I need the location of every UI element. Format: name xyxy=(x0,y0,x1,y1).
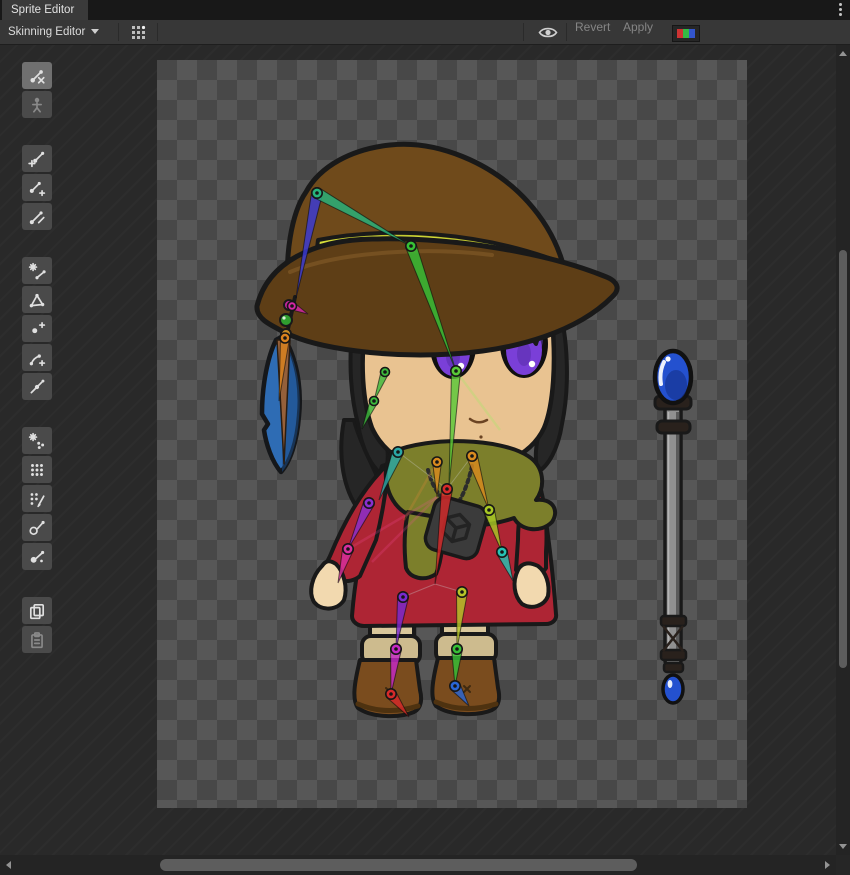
toolbar-divider xyxy=(157,23,158,41)
edit-joints-icon xyxy=(28,150,46,168)
toolbar-divider xyxy=(118,23,119,41)
auto-weights-icon xyxy=(28,432,46,450)
tool-restore-bind-pose-button[interactable] xyxy=(22,62,52,89)
eye-icon xyxy=(538,26,558,39)
create-bone-icon xyxy=(28,179,46,197)
horizontal-scroll-thumb[interactable] xyxy=(160,859,637,871)
copy-button[interactable] xyxy=(22,597,52,624)
tool-auto-geometry-button[interactable] xyxy=(22,257,52,284)
copy-icon xyxy=(28,602,46,620)
character-mode-icon xyxy=(28,96,46,114)
rgb-swatch-icon xyxy=(677,29,695,38)
apply-button[interactable]: Apply xyxy=(623,20,653,34)
tool-split-bone-button[interactable] xyxy=(22,203,52,230)
weight-slider-icon xyxy=(28,461,46,479)
split-edge-icon xyxy=(28,378,46,396)
tool-create-edge-button[interactable] xyxy=(22,344,52,371)
sprite-editor-window: { "window": { "tab_label": "Sprite Edito… xyxy=(0,0,850,875)
toolbar-divider xyxy=(566,23,567,41)
vertical-scrollbar xyxy=(836,45,850,855)
revert-button[interactable]: Revert xyxy=(575,20,610,34)
skinning-editor-label: Skinning Editor xyxy=(8,26,85,38)
tab-sprite-editor[interactable]: Sprite Editor xyxy=(2,0,88,20)
create-vertex-icon xyxy=(28,320,46,338)
scroll-up-arrow[interactable] xyxy=(839,51,847,56)
skinning-tool-sidebar xyxy=(22,62,52,655)
tab-bar: Sprite Editor xyxy=(0,0,850,20)
weight-brush-icon xyxy=(28,490,46,508)
tool-split-edge-button[interactable] xyxy=(22,373,52,400)
color-channel-swatch-button[interactable] xyxy=(672,25,700,42)
scrollbar-corner xyxy=(836,855,850,875)
tool-bone-influence-button[interactable] xyxy=(22,514,52,541)
scroll-down-arrow[interactable] xyxy=(839,844,847,849)
scroll-left-arrow[interactable] xyxy=(6,861,11,869)
checkerboard xyxy=(157,60,747,808)
horizontal-scrollbar xyxy=(0,855,836,875)
scroll-right-arrow[interactable] xyxy=(825,861,830,869)
tool-edit-geometry-button[interactable] xyxy=(22,286,52,313)
chevron-down-icon xyxy=(91,29,99,34)
tool-weight-slider-button[interactable] xyxy=(22,456,52,483)
toolbar-divider xyxy=(523,23,524,41)
toolbar: Skinning Editor Revert Apply xyxy=(0,20,850,45)
sprite-influence-icon xyxy=(28,548,46,566)
restore-bind-pose-icon xyxy=(28,67,46,85)
paste-button[interactable] xyxy=(22,626,52,653)
tool-create-bone-button[interactable] xyxy=(22,174,52,201)
skinning-editor-dropdown[interactable]: Skinning Editor xyxy=(8,20,99,44)
tool-sprite-influence-button[interactable] xyxy=(22,543,52,570)
sprite-canvas[interactable] xyxy=(0,45,836,855)
edit-geometry-icon xyxy=(28,291,46,309)
bone-influence-icon xyxy=(28,519,46,537)
visibility-button[interactable] xyxy=(534,22,562,42)
tool-weight-brush-button[interactable] xyxy=(22,485,52,512)
auto-geometry-icon xyxy=(28,262,46,280)
paste-icon xyxy=(28,631,46,649)
tool-character-mode-button[interactable] xyxy=(22,91,52,118)
tool-auto-weights-button[interactable] xyxy=(22,427,52,454)
sprite-sheet-button[interactable] xyxy=(126,22,150,42)
kebab-menu-icon[interactable] xyxy=(839,3,842,17)
sprite-sheet-icon xyxy=(131,25,146,40)
tool-create-vertex-button[interactable] xyxy=(22,315,52,342)
create-edge-icon xyxy=(28,349,46,367)
tool-edit-joints-button[interactable] xyxy=(22,145,52,172)
vertical-scroll-thumb[interactable] xyxy=(839,250,847,668)
split-bone-icon xyxy=(28,208,46,226)
